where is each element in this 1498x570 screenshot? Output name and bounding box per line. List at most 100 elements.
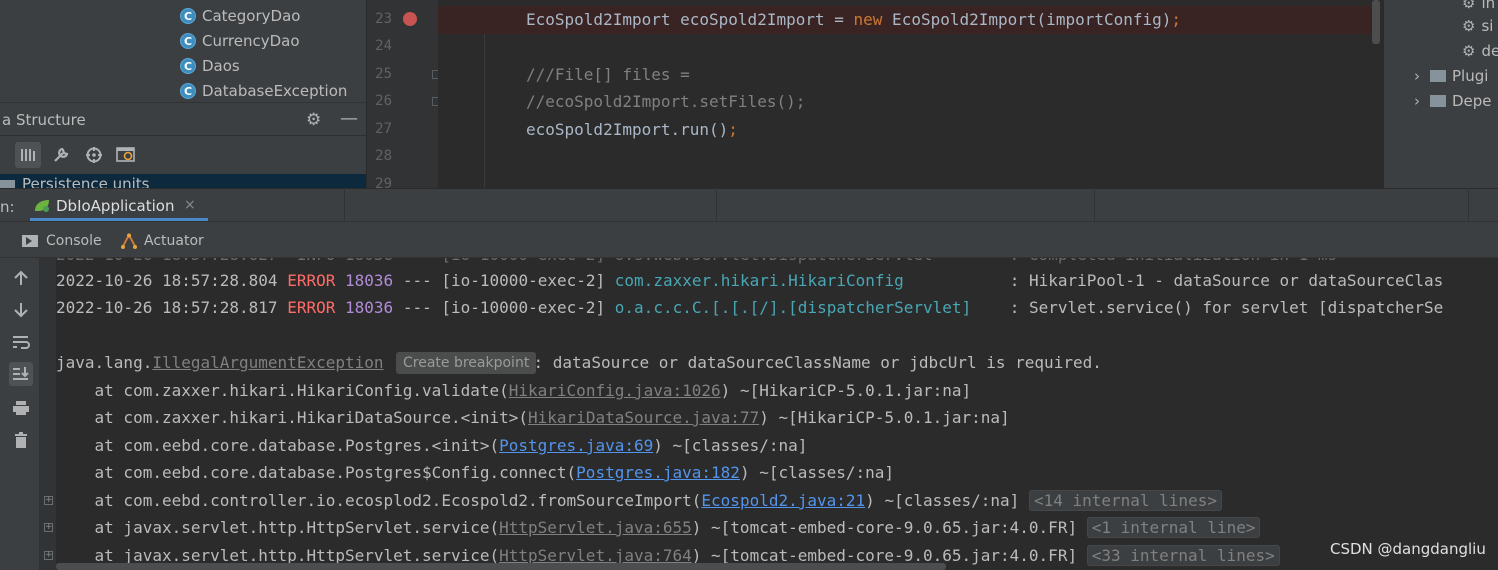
tree-item-persistence-units[interactable]: Persistence units (0, 174, 366, 188)
wrench-icon[interactable] (48, 142, 74, 168)
divider (1094, 188, 1095, 221)
class-icon: C (180, 33, 196, 49)
source-link[interactable]: Postgres.java:182 (576, 463, 740, 482)
stack-line: at com.eebd.core.database.Postgres$Confi… (56, 463, 895, 482)
crosshair-icon[interactable] (81, 142, 107, 168)
line-number: 28 (375, 148, 392, 164)
line-number: 25 (375, 66, 392, 82)
stack-line: at com.eebd.controller.io.ecosplod2.Ecos… (56, 490, 1222, 513)
structure-panel-title: a Structure (2, 111, 86, 129)
tree-item-categorydao[interactable]: C CategoryDao (180, 5, 300, 27)
stack-line: at javax.servlet.http.HttpServlet.servic… (56, 517, 1261, 540)
panel-item[interactable]: ⚙ de (1462, 42, 1498, 60)
exception-line: java.lang.IllegalArgumentException: data… (56, 353, 1102, 372)
source-link[interactable]: HikariConfig.java:1026 (509, 381, 721, 400)
gear-icon[interactable]: ⚙ (306, 110, 321, 130)
divider (344, 188, 345, 221)
folder-icon (1430, 70, 1446, 82)
tree-item-databaseexception[interactable]: C DatabaseException (180, 80, 347, 102)
class-icon: C (180, 83, 196, 99)
tree-item-daos[interactable]: C Daos (180, 55, 240, 77)
run-subtabs: Console Actuator (0, 222, 1498, 258)
trash-icon[interactable] (9, 428, 33, 452)
exception-class-link[interactable]: IllegalArgumentException (152, 353, 383, 372)
line-number: 27 (375, 121, 392, 137)
tab-label: Console (46, 233, 102, 249)
tab-label: Actuator (144, 233, 204, 249)
panel-item[interactable]: ⚙ in (1462, 0, 1495, 12)
structure-toolbar (0, 137, 366, 173)
code-line: //ecoSpold2Import.setFiles(); (526, 92, 806, 111)
log-line: 2022-10-26 18:57:28.804 ERROR 18036 --- … (56, 271, 1444, 290)
maven-panel: ⚙ in ⚙ si ⚙ de › Plugi › Depe (1384, 0, 1498, 188)
class-icon: C (180, 58, 196, 74)
stack-line: at com.zaxxer.hikari.HikariDataSource.<i… (56, 408, 1010, 427)
folder-icon (1430, 95, 1446, 107)
log-line: 2022-10-26 18:57:28.817 ERROR 18036 --- … (56, 298, 1444, 317)
line-number: 24 (375, 38, 392, 54)
tree-item-label: Daos (202, 57, 240, 75)
source-link[interactable]: Ecospold2.java:21 (701, 491, 865, 510)
breakpoint-icon[interactable] (403, 12, 417, 26)
create-breakpoint-tooltip[interactable]: Create breakpoint (396, 352, 537, 374)
close-icon[interactable]: × (184, 197, 196, 213)
source-link[interactable]: Postgres.java:69 (499, 436, 653, 455)
print-icon[interactable] (9, 396, 33, 420)
internal-lines-pill[interactable]: <14 internal lines> (1028, 490, 1222, 511)
console-line-partial: 2022-10-26 18:57:28.627 INFO 18036 --- [… (56, 258, 1337, 267)
code-line: ///File[] files = (526, 65, 690, 84)
soft-wrap-icon[interactable] (9, 330, 33, 354)
tab-label: DbIoApplication (56, 197, 175, 215)
tree-item-label: CategoryDao (202, 7, 301, 25)
expand-icon[interactable]: + (44, 523, 53, 532)
class-icon: C (180, 8, 196, 24)
folder-icon (0, 180, 15, 188)
structure-panel-header: a Structure ⚙ — (0, 102, 366, 136)
expand-icon[interactable]: + (44, 496, 53, 505)
watermark: CSDN @dangdangliu (1330, 540, 1486, 558)
tree-item-currencydao[interactable]: C CurrencyDao (180, 30, 300, 52)
console-horizontal-scrollbar[interactable] (56, 563, 946, 570)
internal-lines-pill[interactable]: <33 internal lines> (1086, 545, 1280, 566)
code-line: ecoSpold2Import.run(); (526, 120, 738, 139)
gear-icon: ⚙ (1462, 0, 1476, 12)
scroll-to-end-icon[interactable] (9, 362, 33, 386)
actuator-icon (121, 233, 137, 249)
spring-boot-icon (35, 200, 49, 212)
gear-icon: ⚙ (1462, 42, 1476, 60)
active-tab-indicator (30, 218, 208, 221)
arrow-down-icon[interactable] (9, 298, 33, 322)
indent-guide (484, 34, 485, 188)
minimize-icon[interactable]: — (340, 108, 358, 129)
console-output[interactable]: 2022-10-26 18:57:28.627 INFO 18036 --- [… (56, 258, 1498, 570)
divider (1468, 188, 1469, 221)
source-link[interactable]: HikariDataSource.java:77 (528, 408, 759, 427)
project-tree-panel: C CategoryDao C CurrencyDao C Daos C Dat… (0, 0, 366, 188)
diagram-icon[interactable] (113, 142, 139, 168)
tab-console[interactable]: Console (22, 233, 102, 249)
tree-item-label: DatabaseException (202, 82, 348, 100)
line-number: 26 (375, 93, 392, 109)
panel-item-plugins[interactable]: › Plugi (1414, 67, 1488, 85)
tab-actuator[interactable]: Actuator (120, 233, 204, 249)
chevron-right-icon: › (1414, 67, 1420, 85)
run-tool-window-bar: n: DbIoApplication × (0, 188, 1498, 222)
tree-item-label: Persistence units (22, 175, 150, 188)
source-link[interactable]: HttpServlet.java:655 (499, 518, 692, 537)
editor-scrollbar[interactable] (1372, 0, 1380, 44)
tree-item-label: CurrencyDao (202, 32, 300, 50)
code-line: EcoSpold2Import ecoSpold2Import = new Ec… (526, 10, 1182, 29)
gear-icon: ⚙ (1462, 17, 1476, 35)
code-editor[interactable]: EcoSpold2Import ecoSpold2Import = new Ec… (438, 0, 1384, 188)
stack-line: at com.eebd.core.database.Postgres.<init… (56, 436, 808, 455)
columns-icon[interactable] (15, 142, 41, 168)
console-toolbar (0, 258, 40, 570)
internal-lines-pill[interactable]: <1 internal line> (1086, 517, 1261, 538)
expand-icon[interactable]: + (44, 551, 53, 560)
console-icon (22, 235, 38, 247)
panel-item[interactable]: ⚙ si (1462, 17, 1493, 35)
run-label: n: (0, 198, 15, 216)
arrow-up-icon[interactable] (9, 266, 33, 290)
line-number: 23 (375, 11, 392, 27)
panel-item-dependencies[interactable]: › Depe (1414, 92, 1492, 110)
